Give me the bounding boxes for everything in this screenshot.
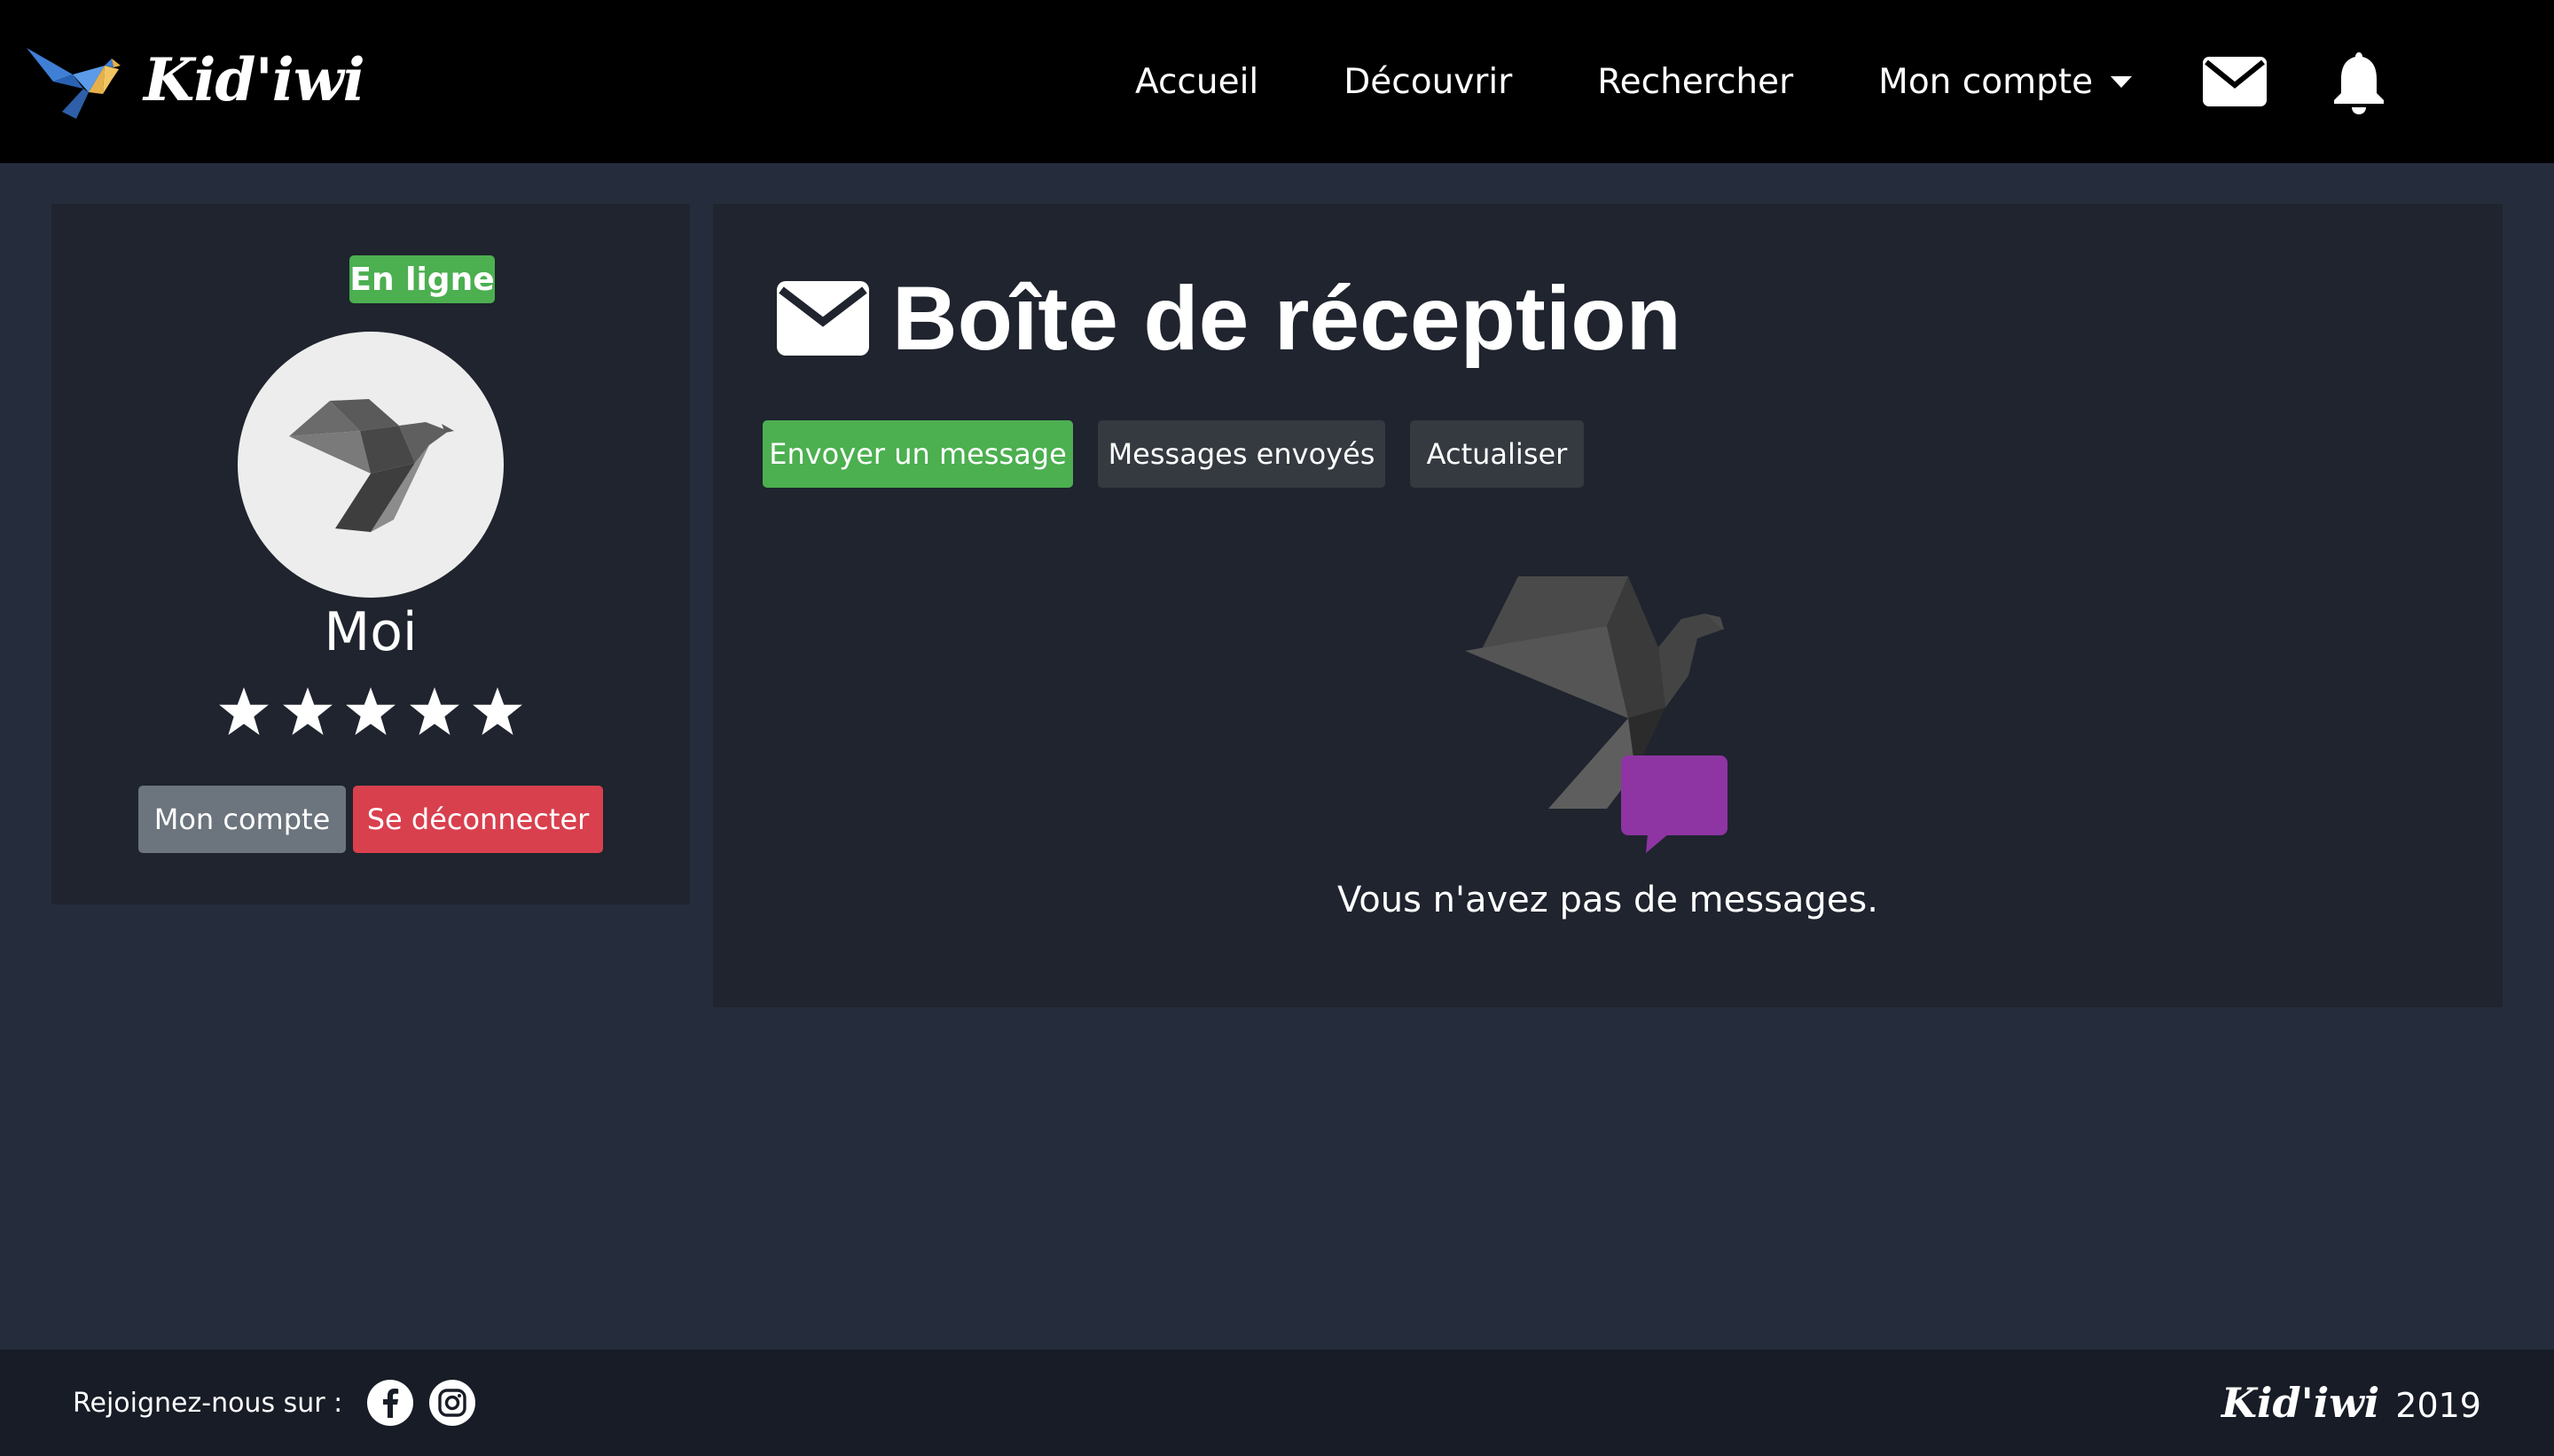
profile-card: En ligne Moi Mon compte Se déconnecter: [51, 204, 690, 904]
footer: Rejoignez-nous sur : Kid'iwi 2019: [0, 1350, 2554, 1456]
my-account-button[interactable]: Mon compte: [138, 786, 346, 853]
main-nav: Accueil Découvrir Rechercher Mon compte: [1135, 0, 2391, 163]
profile-name: Moi: [324, 601, 418, 663]
avatar: [238, 332, 504, 598]
star-icon: [219, 687, 269, 735]
star-icon: [473, 687, 522, 735]
refresh-button[interactable]: Actualiser: [1410, 420, 1584, 488]
star-icon: [409, 687, 459, 735]
page-title: Boîte de réception: [777, 268, 1681, 369]
footer-year: 2019: [2395, 1386, 2481, 1425]
empty-inbox-message: Vous n'avez pas de messages.: [1337, 880, 1878, 920]
bell-icon[interactable]: [2327, 50, 2391, 114]
bird-logo-icon: [27, 48, 121, 119]
footer-brand: Kid'iwi 2019: [2221, 1350, 2481, 1456]
logout-button[interactable]: Se déconnecter: [353, 786, 603, 853]
navbar: Kid'iwi Accueil Découvrir Rechercher Mon…: [0, 0, 2554, 163]
brand-name: Kid'iwi: [144, 45, 365, 114]
send-message-button[interactable]: Envoyer un message: [763, 420, 1073, 488]
footer-brand-name: Kid'iwi: [2221, 1379, 2380, 1427]
instagram-icon[interactable]: [429, 1380, 476, 1426]
profile-actions: Mon compte Se déconnecter: [138, 786, 603, 853]
footer-social: Rejoignez-nous sur :: [73, 1350, 476, 1456]
brand-link[interactable]: Kid'iwi: [27, 39, 365, 121]
facebook-icon[interactable]: [367, 1380, 414, 1426]
nav-item-decouvrir[interactable]: Découvrir: [1344, 62, 1512, 102]
page-title-text: Boîte de réception: [892, 267, 1681, 369]
envelope-icon: [777, 281, 869, 356]
origami-bird-avatar-icon: [289, 399, 454, 532]
star-icon: [282, 687, 333, 735]
star-icon: [346, 687, 396, 735]
inbox-panel: Boîte de réception Envoyer un message Me…: [713, 204, 2503, 1007]
rating-stars: [216, 685, 525, 743]
origami-bird-message-icon: [1465, 576, 1727, 853]
nav-account-dropdown[interactable]: Mon compte: [1878, 61, 2133, 102]
nav-account-label: Mon compte: [1878, 61, 2094, 102]
status-badge: En ligne: [349, 255, 495, 303]
empty-inbox-illustration: [1465, 576, 1767, 869]
footer-join-text: Rejoignez-nous sur :: [73, 1387, 343, 1419]
sent-messages-button[interactable]: Messages envoyés: [1098, 420, 1385, 488]
inbox-actions: Envoyer un message Messages envoyés Actu…: [763, 420, 1584, 488]
nav-item-accueil[interactable]: Accueil: [1135, 62, 1258, 102]
caret-down-icon: [2111, 75, 2133, 88]
nav-item-rechercher[interactable]: Rechercher: [1597, 62, 1793, 102]
envelope-icon[interactable]: [2203, 50, 2268, 114]
